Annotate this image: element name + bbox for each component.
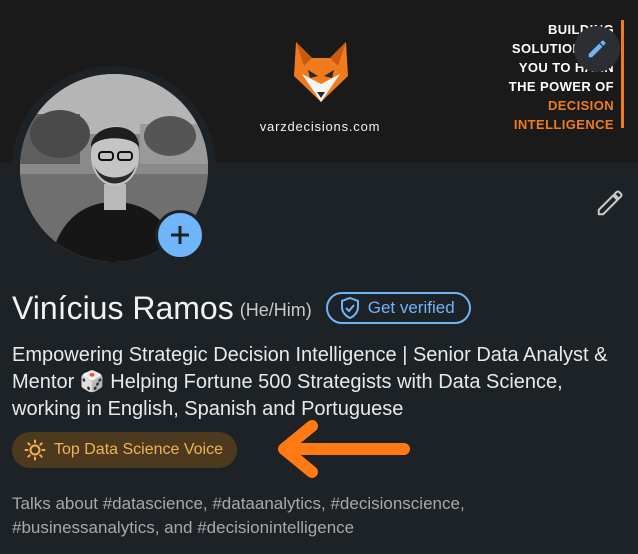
top-voice-badge-label: Top Data Science Voice	[54, 441, 223, 458]
sun-icon	[24, 439, 46, 461]
tagline-accent-bar	[621, 20, 624, 128]
profile-headline: Empowering Strategic Decision Intelligen…	[12, 344, 608, 420]
profile-pronouns: (He/Him)	[239, 299, 312, 320]
profile-name: Vinícius Ramos	[12, 289, 234, 326]
brand-url: varzdecisions.com	[259, 119, 381, 134]
pencil-icon	[588, 40, 606, 58]
get-verified-label: Get verified	[367, 298, 455, 317]
add-photo-button[interactable]	[155, 210, 205, 260]
fox-logo	[294, 42, 348, 102]
edit-profile-button[interactable]	[590, 183, 630, 223]
shield-check-icon	[340, 297, 359, 319]
talks-about: Talks about #datascience, #dataanalytics…	[12, 494, 465, 537]
top-voice-badge[interactable]: Top Data Science Voice	[12, 432, 237, 468]
name-row: Vinícius Ramos (He/Him) Get verified	[12, 286, 471, 330]
annotation-arrow	[278, 420, 410, 478]
plus-icon	[171, 226, 189, 244]
tagline-accent-line: INTELLIGENCE	[513, 117, 614, 132]
get-verified-button[interactable]: Get verified	[325, 292, 471, 324]
tagline-accent-line: DECISION	[547, 98, 614, 113]
tagline-line: THE POWER OF	[508, 79, 614, 94]
edit-banner-button[interactable]	[574, 26, 620, 72]
pencil-icon	[597, 190, 623, 216]
